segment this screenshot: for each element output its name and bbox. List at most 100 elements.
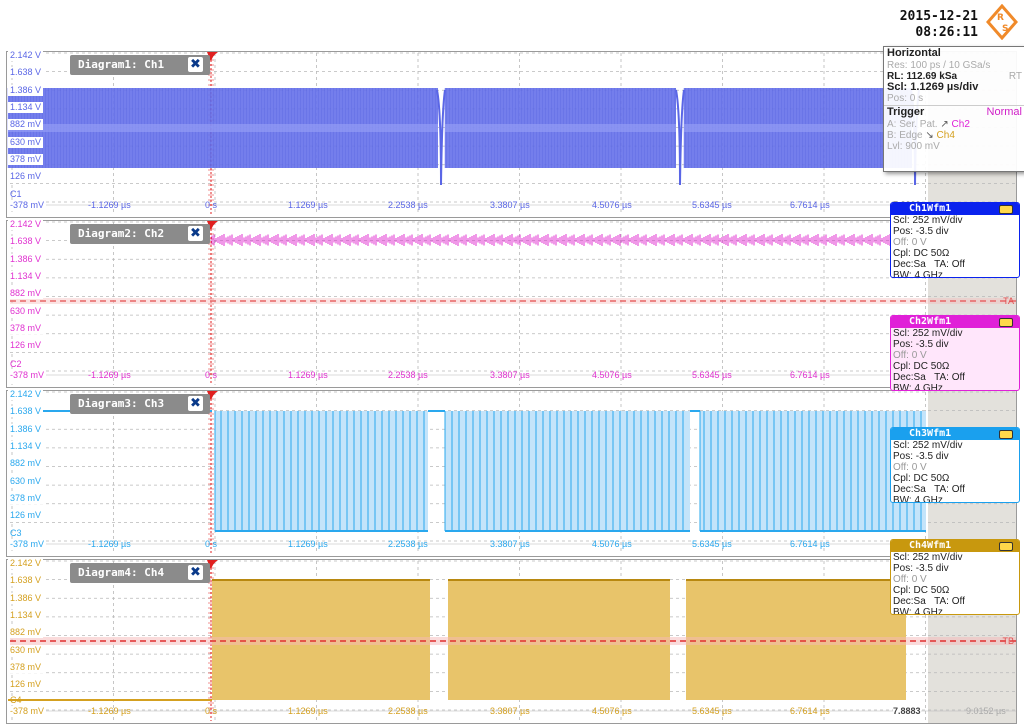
- channel-marker: C3: [10, 528, 22, 538]
- close-icon[interactable]: ✖: [188, 565, 203, 580]
- decimation-row: Dec:Sa TA: Off: [891, 484, 1019, 495]
- x-tick-label: 6.7614 µs: [790, 706, 830, 716]
- x-tick-label: 7.8883: [893, 706, 921, 717]
- waveform-ch3: [8, 410, 926, 532]
- x-tick-label: 2.2538 µs: [388, 539, 428, 549]
- header: 2015-12-21 08:26:11 R S: [0, 0, 1024, 50]
- y-tick-label: -378 mV: [8, 370, 47, 381]
- decimation-text: Dec:Sa: [893, 372, 926, 383]
- y-tick-label: 1.134 V: [8, 440, 44, 452]
- trigger-level-text: Lvl: 900 mV: [887, 141, 940, 152]
- trigger-b-text: B: Edge: [887, 130, 923, 141]
- x-tick-label: 0 s: [205, 200, 218, 210]
- waveform-ch1: [7, 88, 920, 186]
- ta-text: TA: Off: [934, 484, 965, 495]
- y-tick-label: 2.142 V: [8, 389, 44, 400]
- y-tick-label: 126 mV: [8, 510, 44, 522]
- x-tick-label: 3.3807 µs: [490, 370, 530, 380]
- horizontal-panel[interactable]: Horizontal Res: 100 ps / 10 GSa/s RL: 11…: [883, 46, 1024, 172]
- y-tick-label: 1.638 V: [8, 67, 44, 79]
- channel-info-1[interactable]: Ch1Wfm1 Scl: 252 mV/div Pos: -3.5 div Of…: [890, 202, 1020, 278]
- ta-text: TA: Off: [934, 372, 965, 383]
- channel-info-3[interactable]: Ch3Wfm1 Scl: 252 mV/div Pos: -3.5 div Of…: [890, 427, 1020, 503]
- minimize-icon[interactable]: [999, 318, 1013, 327]
- x-tick-label: -1.1269 µs: [88, 539, 131, 549]
- close-icon[interactable]: ✖: [188, 226, 203, 241]
- y-tick-label: -378 mV: [8, 706, 47, 717]
- coupling-text: Cpl: DC 50Ω: [893, 361, 950, 372]
- time-scale-text: Scl: 1.1269 µs/div: [887, 81, 979, 93]
- y-tick-label: 1.134 V: [8, 101, 44, 113]
- y-tick-label: 378 mV: [8, 322, 44, 334]
- channel-info-2[interactable]: Ch2Wfm1 Scl: 252 mV/div Pos: -3.5 div Of…: [890, 315, 1020, 391]
- coupling-text: Cpl: DC 50Ω: [893, 473, 950, 484]
- y-tick-label: 882 mV: [8, 458, 44, 470]
- bandwidth-text: BW: 4 GHz: [893, 270, 943, 278]
- x-tick-label: 3.3807 µs: [490, 200, 530, 210]
- channel-info-title: Ch3Wfm1: [891, 428, 1019, 440]
- x-tick-label: 2.2538 µs: [388, 370, 428, 380]
- y-tick-label: 630 mV: [8, 644, 44, 656]
- decimation-row: Dec:Sa TA: Off: [891, 372, 1019, 383]
- y-tick-label: 1.386 V: [8, 84, 44, 96]
- x-tick-label: 6.7614 µs: [790, 539, 830, 549]
- x-tick-label: 5.6345 µs: [692, 706, 732, 716]
- datetime: 2015-12-21 08:26:11: [900, 9, 978, 41]
- vertical-position-text: Pos: -3.5 div: [893, 339, 949, 350]
- diagram-3[interactable]: 2.142 V 1.638 V 1.386 V 1.134 V 882 mV 630 mV…: [0, 389, 1024, 558]
- trigger-level-tag[interactable]: TB: [1002, 636, 1014, 646]
- decimation-text: Dec:Sa: [893, 259, 926, 270]
- bandwidth-text: BW: 4 GHz: [893, 383, 943, 391]
- y-tick-label: 126 mV: [8, 171, 44, 183]
- y-tick-label: 1.386 V: [8, 592, 44, 604]
- trigger-title: Trigger: [887, 106, 925, 118]
- y-tick-label: 1.386 V: [8, 253, 44, 265]
- x-tick-label: 3.3807 µs: [490, 539, 530, 549]
- channel-info-4[interactable]: Ch4Wfm1 Scl: 252 mV/div Pos: -3.5 div Of…: [890, 539, 1020, 615]
- bandwidth-text: BW: 4 GHz: [893, 495, 943, 503]
- diagram-4[interactable]: 2.142 V 1.638 V 1.386 V 1.134 V 882 mV 630 mV…: [0, 558, 1024, 725]
- y-tick-label: 1.638 V: [8, 406, 44, 418]
- waveform-ch4: [8, 579, 1016, 701]
- diagram-1[interactable]: 2.142 V 1.638 V 1.386 V 1.134 V 882 mV 630 mV…: [0, 50, 1024, 219]
- diagram-2[interactable]: 2.142 V 1.638 V 1.386 V 1.134 V 882 mV 630 mV…: [0, 219, 1024, 389]
- y-tick-label: 2.142 V: [8, 50, 44, 61]
- minimize-icon[interactable]: [999, 205, 1013, 214]
- channel-marker: C2: [10, 359, 22, 369]
- x-tick-label: 5.6345 µs: [692, 200, 732, 210]
- y-tick-label: 2.142 V: [8, 219, 44, 230]
- trigger-level-tag[interactable]: TA: [1003, 296, 1014, 306]
- ta-text: TA: Off: [934, 259, 965, 270]
- vertical-scale-text: Scl: 252 mV/div: [893, 328, 963, 339]
- x-tick-label: 1.1269 µs: [288, 370, 328, 380]
- decimation-text: Dec:Sa: [893, 596, 926, 607]
- close-icon[interactable]: ✖: [188, 396, 203, 411]
- y-tick-label: 630 mV: [8, 305, 44, 317]
- y-tick-label: 1.386 V: [8, 423, 44, 435]
- y-tick-label: 630 mV: [8, 475, 44, 487]
- rising-edge-icon: ↗: [940, 119, 949, 130]
- vertical-position-text: Pos: -3.5 div: [893, 226, 949, 237]
- minimize-icon[interactable]: [999, 542, 1013, 551]
- offset-text: Off: 0 V: [893, 574, 927, 585]
- close-icon[interactable]: ✖: [188, 57, 203, 72]
- ta-text: TA: Off: [934, 596, 965, 607]
- channel-name: Ch4Wfm1: [909, 540, 952, 551]
- minimize-icon[interactable]: [999, 430, 1013, 439]
- channel-marker: C1: [10, 189, 22, 199]
- y-tick-label: 2.142 V: [8, 558, 44, 569]
- y-tick-label: 378 mV: [8, 492, 44, 504]
- date-text: 2015-12-21: [899, 9, 978, 24]
- x-tick-label: 4.5076 µs: [592, 706, 632, 716]
- x-tick-label: 2.2538 µs: [388, 200, 428, 210]
- y-tick-label: 378 mV: [8, 661, 44, 673]
- y-tick-label: 1.638 V: [8, 236, 44, 248]
- offset-text: Off: 0 V: [893, 350, 927, 361]
- svg-text:R: R: [997, 13, 1004, 23]
- horizontal-title: Horizontal: [887, 47, 941, 59]
- y-tick-label: 882 mV: [8, 288, 44, 300]
- x-tick-label: 0 s: [205, 539, 218, 549]
- falling-edge-icon: ↘: [925, 130, 934, 141]
- y-tick-label: -378 mV: [8, 539, 47, 550]
- x-tick-label: 9.0152 µs: [966, 706, 1006, 716]
